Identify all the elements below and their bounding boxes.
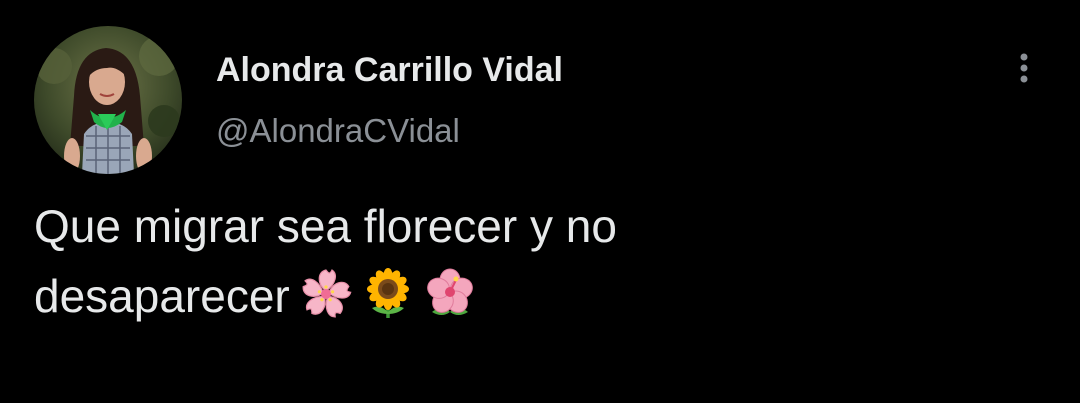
hibiscus-icon	[424, 268, 476, 320]
tweet-text-line-1: Que migrar sea florecer y no	[34, 200, 617, 252]
more-options-icon	[1004, 48, 1044, 88]
more-options-button[interactable]	[1004, 48, 1044, 88]
author-display-name[interactable]: Alondra Carrillo Vidal	[216, 50, 563, 90]
cherry-blossom-icon	[300, 268, 352, 320]
tweet-text: Que migrar sea florecer y no desaparecer	[34, 191, 1034, 331]
tweet-text-line-2-text: desaparecer	[34, 270, 290, 322]
author-handle[interactable]: @AlondraCVidal	[216, 111, 460, 151]
sunflower-icon	[362, 268, 414, 320]
avatar[interactable]	[34, 26, 182, 174]
tweet-text-line-2: desaparecer	[34, 261, 1034, 331]
